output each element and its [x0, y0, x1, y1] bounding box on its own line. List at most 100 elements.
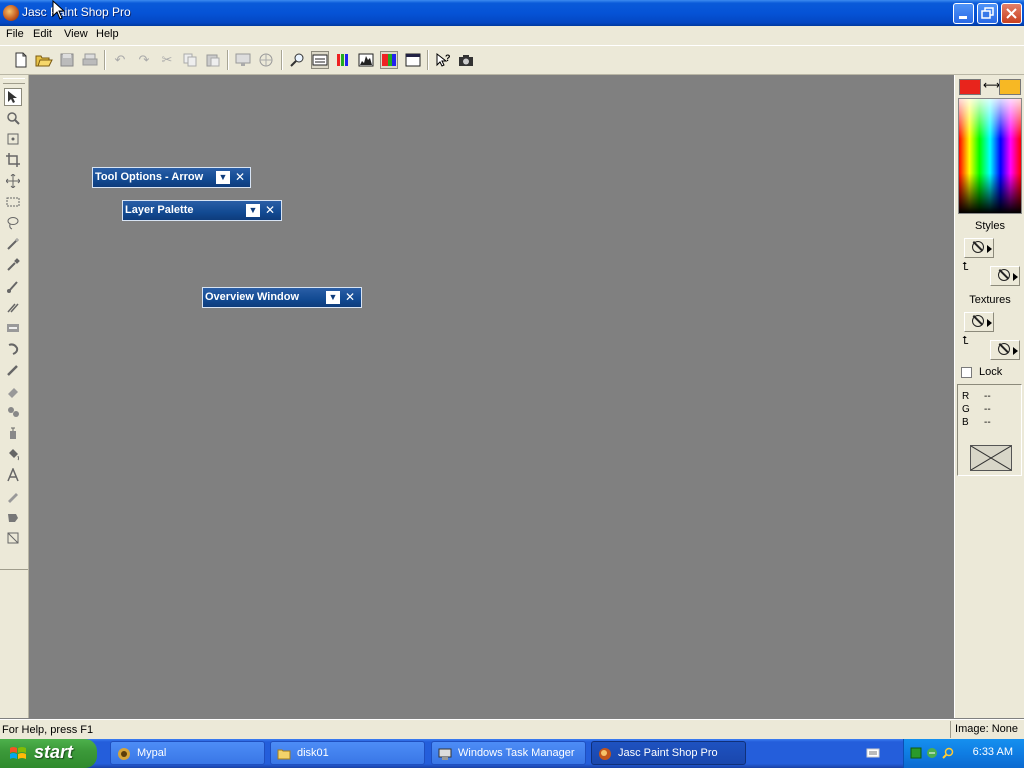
save-button[interactable] — [58, 51, 76, 69]
menu-edit[interactable]: Edit — [33, 28, 52, 40]
web-button[interactable] — [257, 51, 275, 69]
freehand-selection-tool[interactable] — [4, 214, 22, 232]
magic-wand-tool[interactable] — [4, 235, 22, 253]
layer-palette-close-button[interactable]: ✕ — [263, 203, 277, 217]
preset-shapes-tool[interactable] — [4, 508, 22, 526]
arrow-icon — [8, 91, 17, 103]
taskbar: start Mypal disk01 Windows Task Manager … — [0, 739, 1024, 768]
picture-tube-tool[interactable] — [4, 403, 22, 421]
redo-button[interactable]: ↷ — [135, 51, 153, 69]
network-icon[interactable] — [910, 747, 922, 759]
foreground-style-button[interactable] — [964, 238, 994, 258]
rgb-r-label: R — [962, 391, 970, 402]
deform-tool[interactable] — [4, 130, 22, 148]
airbrush-tool[interactable] — [4, 424, 22, 442]
rgb-g-value: -- — [984, 404, 991, 415]
eraser-tool[interactable] — [4, 382, 22, 400]
chevron-down-icon: ▼ — [328, 292, 338, 302]
color-spectrum[interactable] — [958, 98, 1022, 214]
taskbar-item-paint-shop-pro[interactable]: Jasc Paint Shop Pro — [591, 741, 746, 765]
flyout-arrow-icon — [987, 245, 992, 253]
zoom-tool[interactable] — [4, 109, 22, 127]
overview-window-palette[interactable]: Overview Window ▼ ✕ — [202, 287, 362, 308]
overview-window-button[interactable] — [288, 51, 306, 69]
overview-dropdown-button[interactable]: ▼ — [326, 291, 340, 304]
foreground-texture-button[interactable] — [964, 312, 994, 332]
dropper-tool[interactable] — [4, 256, 22, 274]
restore-button[interactable] — [977, 3, 998, 24]
draw-tool[interactable] — [4, 487, 22, 505]
browse-button[interactable] — [234, 51, 252, 69]
mover-tool[interactable] — [4, 172, 22, 190]
clock[interactable]: 6:33 AM — [973, 746, 1013, 758]
tool-options-icon — [312, 54, 328, 66]
swap-styles-icon[interactable]: ⮤ — [962, 261, 969, 274]
retouch-tool[interactable] — [4, 340, 22, 358]
tool-options-palette[interactable]: Tool Options - Arrow ▼ ✕ — [92, 167, 251, 188]
copy-button[interactable] — [181, 51, 199, 69]
keyboard-icon[interactable] — [866, 747, 880, 759]
object-selector-tool[interactable] — [4, 529, 22, 547]
flyout-arrow-icon — [987, 319, 992, 327]
foreground-color-swatch[interactable] — [959, 79, 981, 95]
open-button[interactable] — [35, 51, 53, 69]
full-screen-button[interactable] — [404, 51, 422, 69]
tool-options-close-button[interactable]: ✕ — [233, 170, 247, 184]
color-palette-button[interactable] — [334, 51, 352, 69]
background-texture-button[interactable] — [990, 340, 1020, 360]
overview-close-button[interactable]: ✕ — [343, 290, 357, 304]
paint-brush-tool[interactable] — [4, 277, 22, 295]
title-bar[interactable]: Jasc Paint Shop Pro — [0, 0, 1024, 26]
close-icon — [1006, 8, 1017, 19]
scratch-remover-tool[interactable] — [4, 361, 22, 379]
background-style-button[interactable] — [990, 266, 1020, 286]
swap-colors-icon[interactable]: ⟷ — [983, 78, 1000, 92]
minimize-button[interactable] — [953, 3, 974, 24]
undo-icon: ↶ — [114, 52, 126, 67]
safely-remove-icon[interactable] — [926, 747, 938, 759]
paste-button[interactable] — [204, 51, 222, 69]
tool-palette-grip[interactable] — [3, 78, 25, 84]
status-help-text: For Help, press F1 — [2, 724, 94, 736]
layer-palette-dropdown-button[interactable]: ▼ — [246, 204, 260, 217]
flood-fill-tool[interactable] — [4, 445, 22, 463]
menu-help[interactable]: Help — [96, 28, 119, 40]
crop-tool[interactable] — [4, 151, 22, 169]
selection-tool[interactable] — [4, 193, 22, 211]
lock-checkbox[interactable] — [961, 367, 972, 378]
restore-icon — [981, 7, 994, 19]
taskbar-item-task-manager[interactable]: Windows Task Manager — [431, 741, 586, 765]
layer-palette[interactable]: Layer Palette ▼ ✕ — [122, 200, 282, 221]
airbrush-icon — [10, 427, 16, 439]
background-color-swatch[interactable] — [999, 79, 1021, 95]
search-icon[interactable] — [942, 747, 954, 759]
layer-palette-button[interactable] — [380, 51, 398, 69]
new-file-button[interactable] — [12, 51, 30, 69]
tool-options-dropdown-button[interactable]: ▼ — [216, 171, 230, 184]
undo-button[interactable]: ↶ — [111, 51, 129, 69]
cut-button[interactable]: ✂ — [158, 51, 176, 69]
menu-file[interactable]: File — [6, 28, 24, 40]
retouch-icon — [8, 343, 19, 355]
histogram-button[interactable] — [357, 51, 375, 69]
minimize-icon — [959, 16, 967, 19]
move-icon — [6, 174, 20, 188]
taskbar-item-disk01[interactable]: disk01 — [270, 741, 425, 765]
rgb-b-value: -- — [984, 417, 991, 428]
camera-button[interactable] — [457, 51, 475, 69]
swap-textures-icon[interactable]: ⮤ — [962, 335, 969, 348]
taskbar-item-label: Jasc Paint Shop Pro — [618, 747, 718, 759]
close-button[interactable] — [1001, 3, 1022, 24]
start-button[interactable]: start — [0, 739, 97, 768]
menu-view[interactable]: View — [64, 28, 88, 40]
window-title: Jasc Paint Shop Pro — [22, 5, 131, 19]
clone-brush-tool[interactable] — [4, 298, 22, 316]
text-tool[interactable] — [4, 466, 22, 484]
tool-options-button[interactable] — [311, 51, 329, 69]
paint-shop-pro-icon — [599, 748, 611, 760]
arrow-tool[interactable] — [4, 88, 22, 106]
color-replacer-tool[interactable] — [4, 319, 22, 337]
context-help-button[interactable]: ? — [434, 51, 452, 69]
print-button[interactable] — [81, 51, 99, 69]
taskbar-item-mypal[interactable]: Mypal — [110, 741, 265, 765]
